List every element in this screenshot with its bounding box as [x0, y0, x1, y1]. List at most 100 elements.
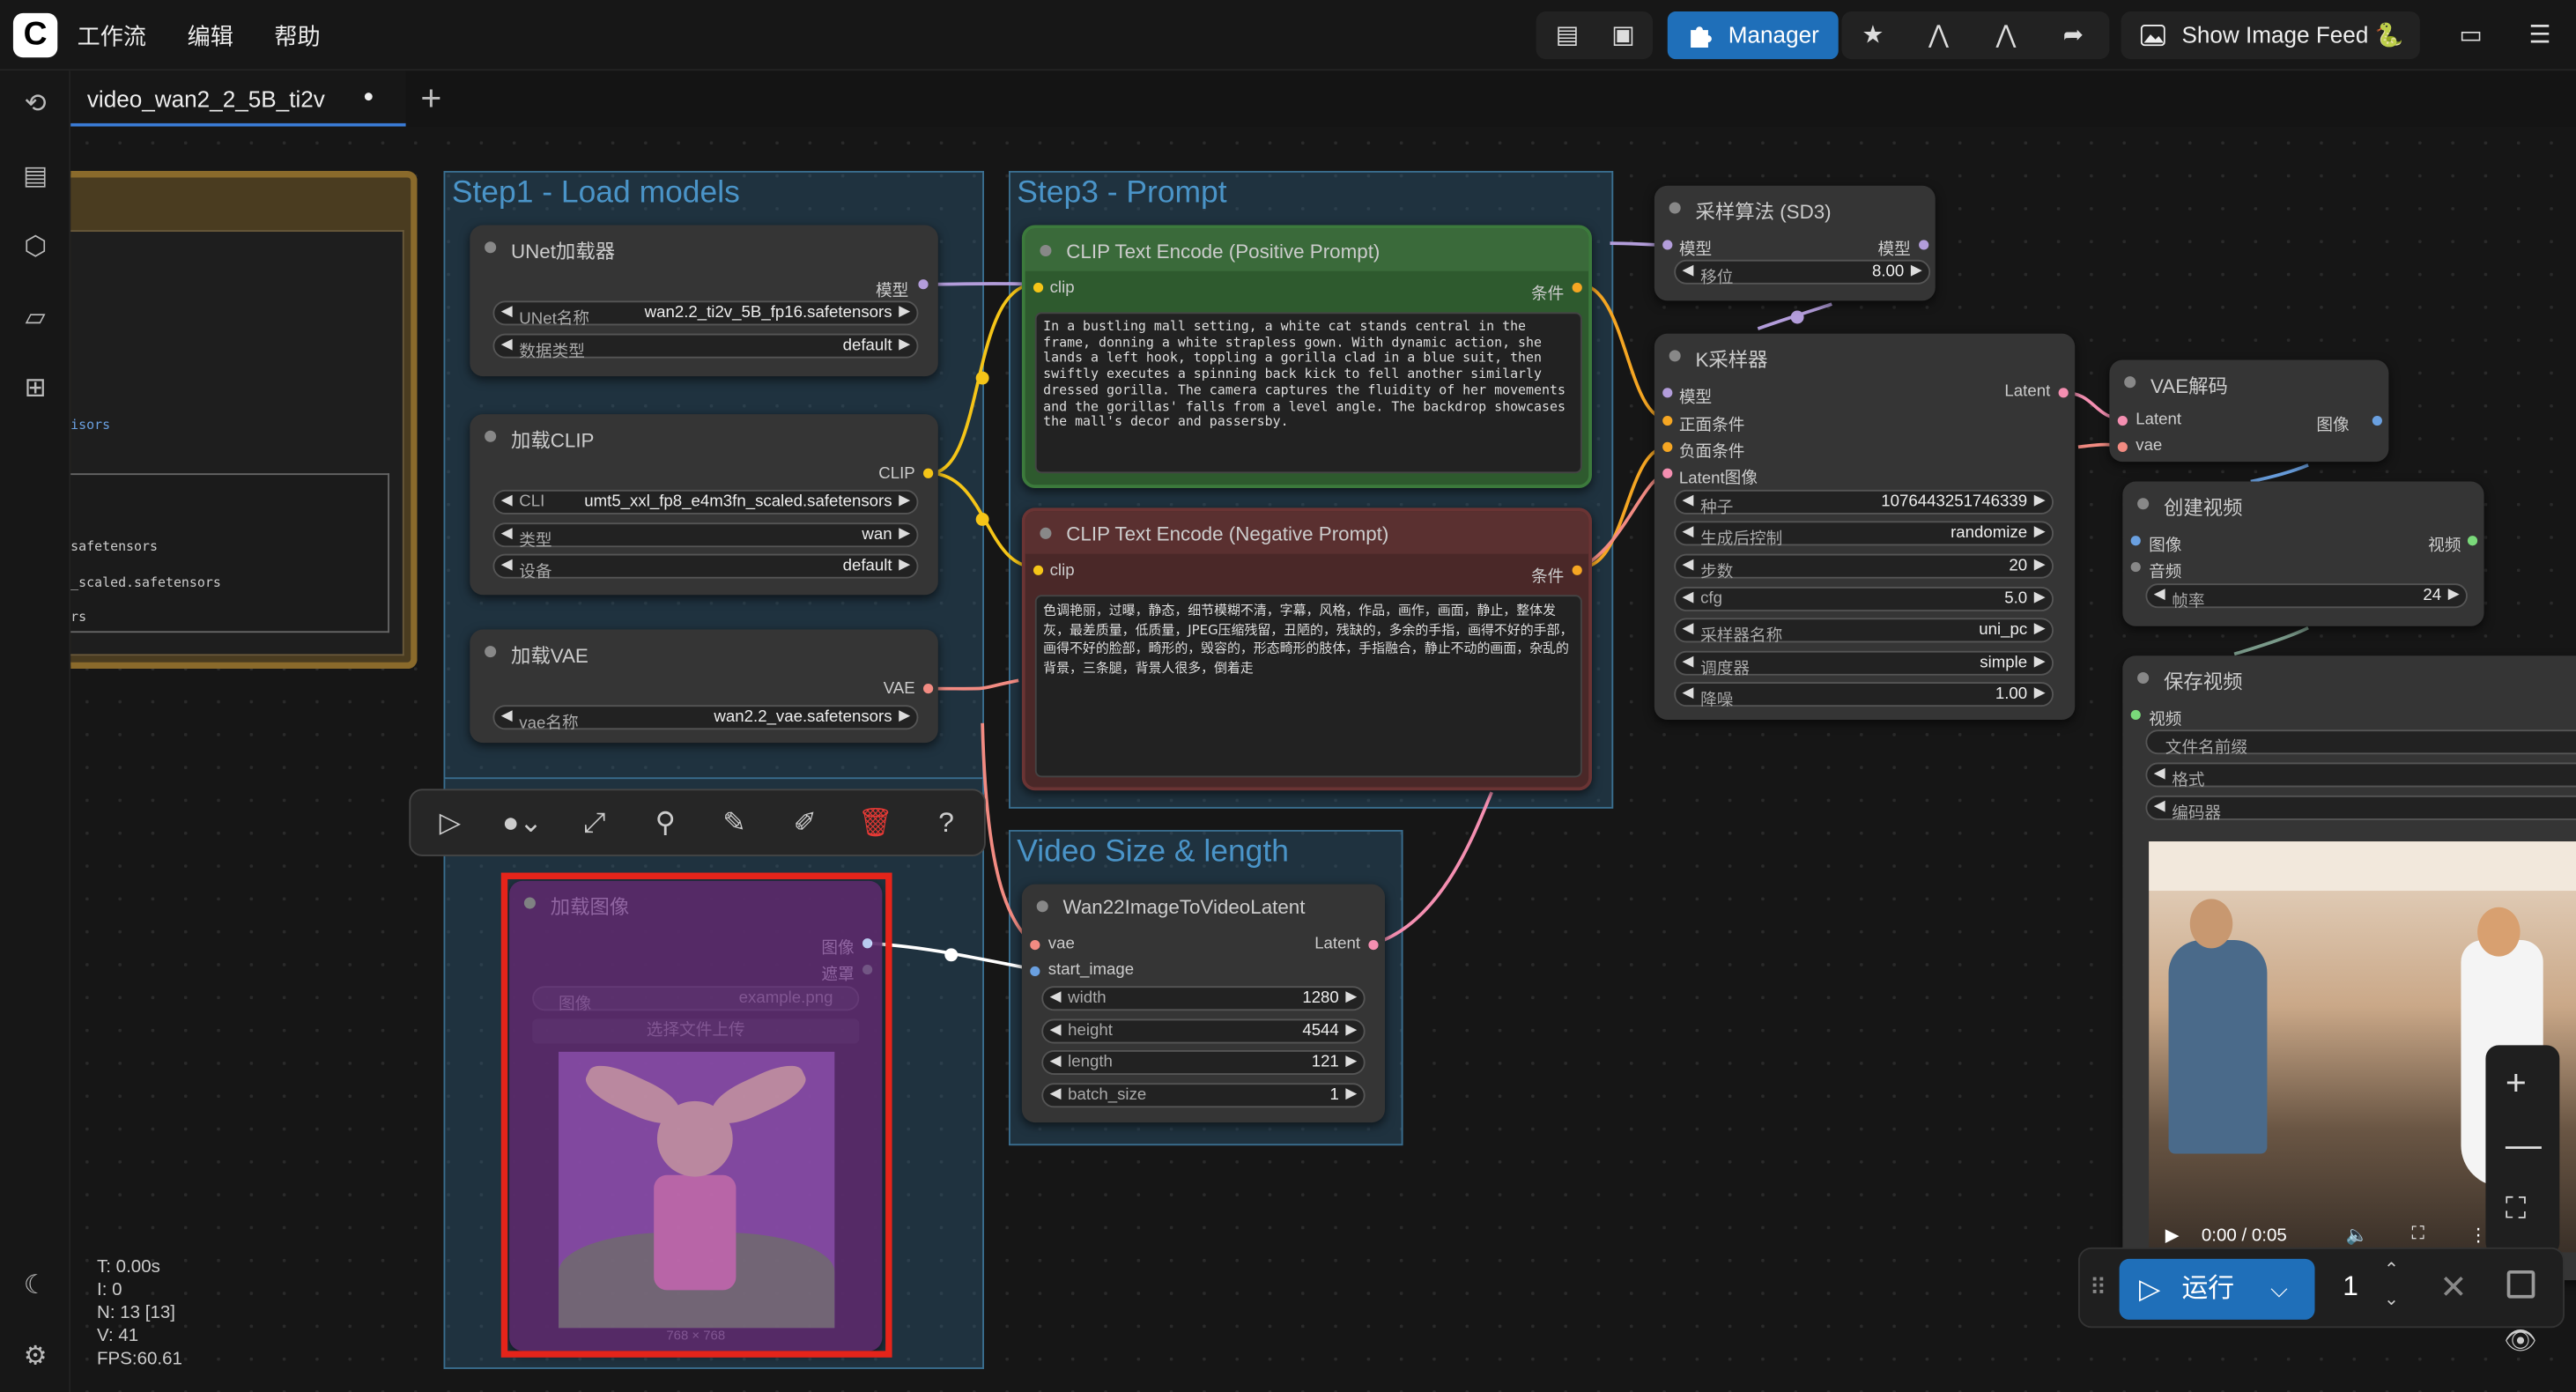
input-slot-dot[interactable]	[1662, 441, 1673, 452]
input-slot-dot[interactable]	[2117, 441, 2128, 452]
output-slot-dot[interactable]	[1919, 240, 1929, 250]
pin-icon[interactable]: ⚲	[648, 805, 684, 841]
output-slot-dot[interactable]	[923, 468, 934, 478]
output-slot-dot[interactable]	[2058, 388, 2069, 398]
delete-trash-icon[interactable]: 🗑	[857, 805, 893, 841]
widget-height[interactable]: ◀ height 4544 ▶	[1041, 1018, 1366, 1044]
input-slot-dot[interactable]	[1662, 468, 1673, 478]
node-title: CLIP Text Encode (Positive Prompt)	[1025, 228, 1589, 271]
node-title: 加载CLIP	[470, 414, 937, 457]
node-title: CLIP Text Encode (Negative Prompt)	[1025, 511, 1589, 554]
cancel-close-icon[interactable]: ✕	[2439, 1267, 2467, 1308]
widget-clip-device[interactable]: ◀ 设备 default ▶	[492, 553, 919, 581]
edit-icon[interactable]: ✎	[716, 805, 752, 841]
help-icon[interactable]: ?	[929, 805, 965, 841]
widget-control-after[interactable]: ◀ 生成后控制 randomize ▶	[1674, 521, 2054, 549]
widget-batch-size[interactable]: ◀ batch_size 1 ▶	[1041, 1083, 1366, 1108]
node-vae-loader[interactable]: 加载VAE VAE ◀ vae名称 wan2.2_vae.safetensors ▶	[470, 629, 938, 744]
node-clip-loader[interactable]: 加载CLIP CLIP ◀ CLI umt5_xxl_fp8_e4m3fn_scal…	[470, 414, 938, 596]
stop-square-icon[interactable]	[2506, 1270, 2535, 1299]
execute-play-icon[interactable]: ▷	[432, 805, 468, 841]
link-vae	[929, 678, 1019, 691]
widget-codec[interactable]: ◀ 编码器	[2145, 795, 2576, 824]
input-slot-dot[interactable]	[2130, 536, 2141, 546]
widget-sampler-name[interactable]: ◀ 采样器名称 uni_pc ▶	[1674, 618, 2054, 646]
run-toolbar: ⠿ ▷ 运行 ⌵ 1 ⌃ ⌄ ✕	[2077, 1247, 2565, 1329]
input-slot-label: 图像	[2149, 537, 2182, 556]
decrement-icon[interactable]: ⌄	[2384, 1288, 2399, 1309]
input-slot-dot[interactable]	[1033, 282, 1044, 293]
output-slot-dot[interactable]	[2372, 415, 2382, 426]
color-picker-icon[interactable]: ●⌄	[498, 805, 547, 841]
zoom-in-icon[interactable]: +	[2506, 1062, 2527, 1105]
widget-steps[interactable]: ◀ 步数 20 ▶	[1674, 553, 2054, 581]
widget-filename-prefix[interactable]: 文件名前缀	[2145, 729, 2576, 758]
widget-width[interactable]: ◀ width 1280 ▶	[1041, 986, 1366, 1011]
fullscreen-icon[interactable]: ⛶	[2412, 1225, 2424, 1246]
widget-denoise[interactable]: ◀ 降噪 1.00 ▶	[1674, 682, 2054, 710]
input-slot-label: vae	[2136, 437, 2163, 455]
output-slot-label: 模型	[1877, 241, 1911, 260]
input-slot-dot[interactable]	[1662, 240, 1673, 250]
input-slot-dot[interactable]	[2130, 561, 2141, 573]
input-slot-dot[interactable]	[1033, 565, 1044, 575]
play-icon[interactable]: ▶	[2165, 1225, 2180, 1246]
bypass-icon[interactable]: ⤢	[577, 805, 613, 841]
input-slot-dot[interactable]	[2117, 415, 2128, 426]
negative-prompt-text[interactable]: 色调艳丽，过曝，静态，细节模糊不清，字幕，风格，作品，画作，画面，静止，整体发灰…	[1034, 595, 1582, 778]
output-slot-dot[interactable]	[2467, 536, 2478, 546]
widget-length[interactable]: ◀ length 121 ▶	[1041, 1049, 1366, 1075]
output-slot-dot[interactable]	[918, 279, 929, 290]
node-model-sampling-sd3[interactable]: 采样算法 (SD3) 模型 模型 ◀ 移位 8.00 ▶	[1654, 185, 1936, 301]
widget-seed[interactable]: ◀ 种子 1076443251746339 ▶	[1674, 489, 2054, 518]
output-slot-label: Latent	[2004, 382, 2051, 402]
chevron-down-icon[interactable]: ⌵	[2270, 1259, 2288, 1320]
eye-visibility-icon[interactable]: 👁	[2504, 1325, 2537, 1358]
increment-icon[interactable]: ⌃	[2384, 1259, 2399, 1280]
play-icon: ▷	[2138, 1273, 2161, 1306]
pencil-icon[interactable]: ✐	[787, 805, 823, 841]
node-negative-prompt[interactable]: CLIP Text Encode (Negative Prompt) clip …	[1021, 507, 1592, 791]
input-slot-dot[interactable]	[1030, 966, 1040, 977]
positive-prompt-text[interactable]: In a bustling mall setting, a white cat …	[1034, 312, 1582, 474]
node-create-video[interactable]: 创建视频 图像 音频 视频 ◀ 帧率 24 ▶	[2122, 481, 2484, 626]
input-slot-dot[interactable]	[1662, 388, 1673, 398]
node-vae-decode[interactable]: VAE解码 Latent vae 图像	[2109, 359, 2389, 463]
widget-format[interactable]: ◀ 格式	[2145, 762, 2576, 790]
widget-shift[interactable]: ◀ 移位 8.00 ▶	[1674, 259, 1931, 287]
widget-clip-name[interactable]: ◀ CLI umt5_xxl_fp8_e4m3fn_scaled.safetenso…	[492, 489, 919, 515]
input-slot-dot[interactable]	[1030, 940, 1040, 951]
output-slot-label: 图像	[2316, 417, 2350, 436]
output-slot-dot[interactable]	[1368, 940, 1379, 951]
node-title: 保存视频	[2122, 655, 2576, 699]
output-slot-dot[interactable]	[1572, 565, 1582, 575]
node-wan22-latent[interactable]: Wan22ImageToVideoLatent vae start_image …	[1021, 884, 1386, 1123]
drag-handle-icon[interactable]: ⠿	[2090, 1274, 2106, 1302]
video-figure-man	[2168, 940, 2268, 1154]
output-slot-dot[interactable]	[923, 684, 934, 694]
input-slot-dot[interactable]	[2130, 709, 2141, 721]
run-button[interactable]: ▷ 运行 ⌵	[2119, 1258, 2315, 1320]
widget-clip-type[interactable]: ◀ 类型 wan ▶	[492, 522, 919, 551]
node-unet-loader[interactable]: UNet加载器 模型 ◀ UNet名称 wan2.2_ti2v_5B_fp16.sa…	[470, 225, 938, 377]
stat-line: V: 41	[97, 1326, 139, 1346]
fit-view-icon[interactable]: ⛶	[2506, 1191, 2527, 1225]
node-ksampler[interactable]: K采样器 模型 正面条件 负面条件 Latent图像 Latent ◀ 种子 107…	[1654, 333, 2076, 721]
widget-vae-name[interactable]: ◀ vae名称 wan2.2_vae.safetensors ▶	[492, 705, 919, 733]
more-options-icon[interactable]: ⋮	[2469, 1225, 2488, 1246]
widget-dtype[interactable]: ◀ 数据类型 default ▶	[492, 333, 919, 361]
input-slot-label: 视频	[2149, 711, 2182, 730]
input-slot-dot[interactable]	[1662, 415, 1673, 426]
volume-icon[interactable]: 🔈	[2346, 1225, 2369, 1246]
widget-unet-name[interactable]: ◀ UNet名称 wan2.2_ti2v_5B_fp16.safetensors ▶	[492, 300, 919, 329]
batch-count-input[interactable]: 1	[2343, 1270, 2358, 1303]
node-title: VAE解码	[2109, 360, 2388, 404]
node-positive-prompt[interactable]: CLIP Text Encode (Positive Prompt) clip …	[1021, 225, 1592, 489]
output-slot-dot[interactable]	[1572, 282, 1582, 293]
widget-fps[interactable]: ◀ 帧率 24 ▶	[2145, 583, 2468, 611]
node-title: Wan22ImageToVideoLatent	[1022, 885, 1385, 928]
input-slot-label: vae	[1047, 935, 1075, 953]
zoom-out-icon[interactable]: —	[2506, 1124, 2542, 1167]
widget-scheduler[interactable]: ◀ 调度器 simple ▶	[1674, 650, 2054, 678]
widget-cfg[interactable]: ◀ cfg 5.0 ▶	[1674, 586, 2054, 611]
